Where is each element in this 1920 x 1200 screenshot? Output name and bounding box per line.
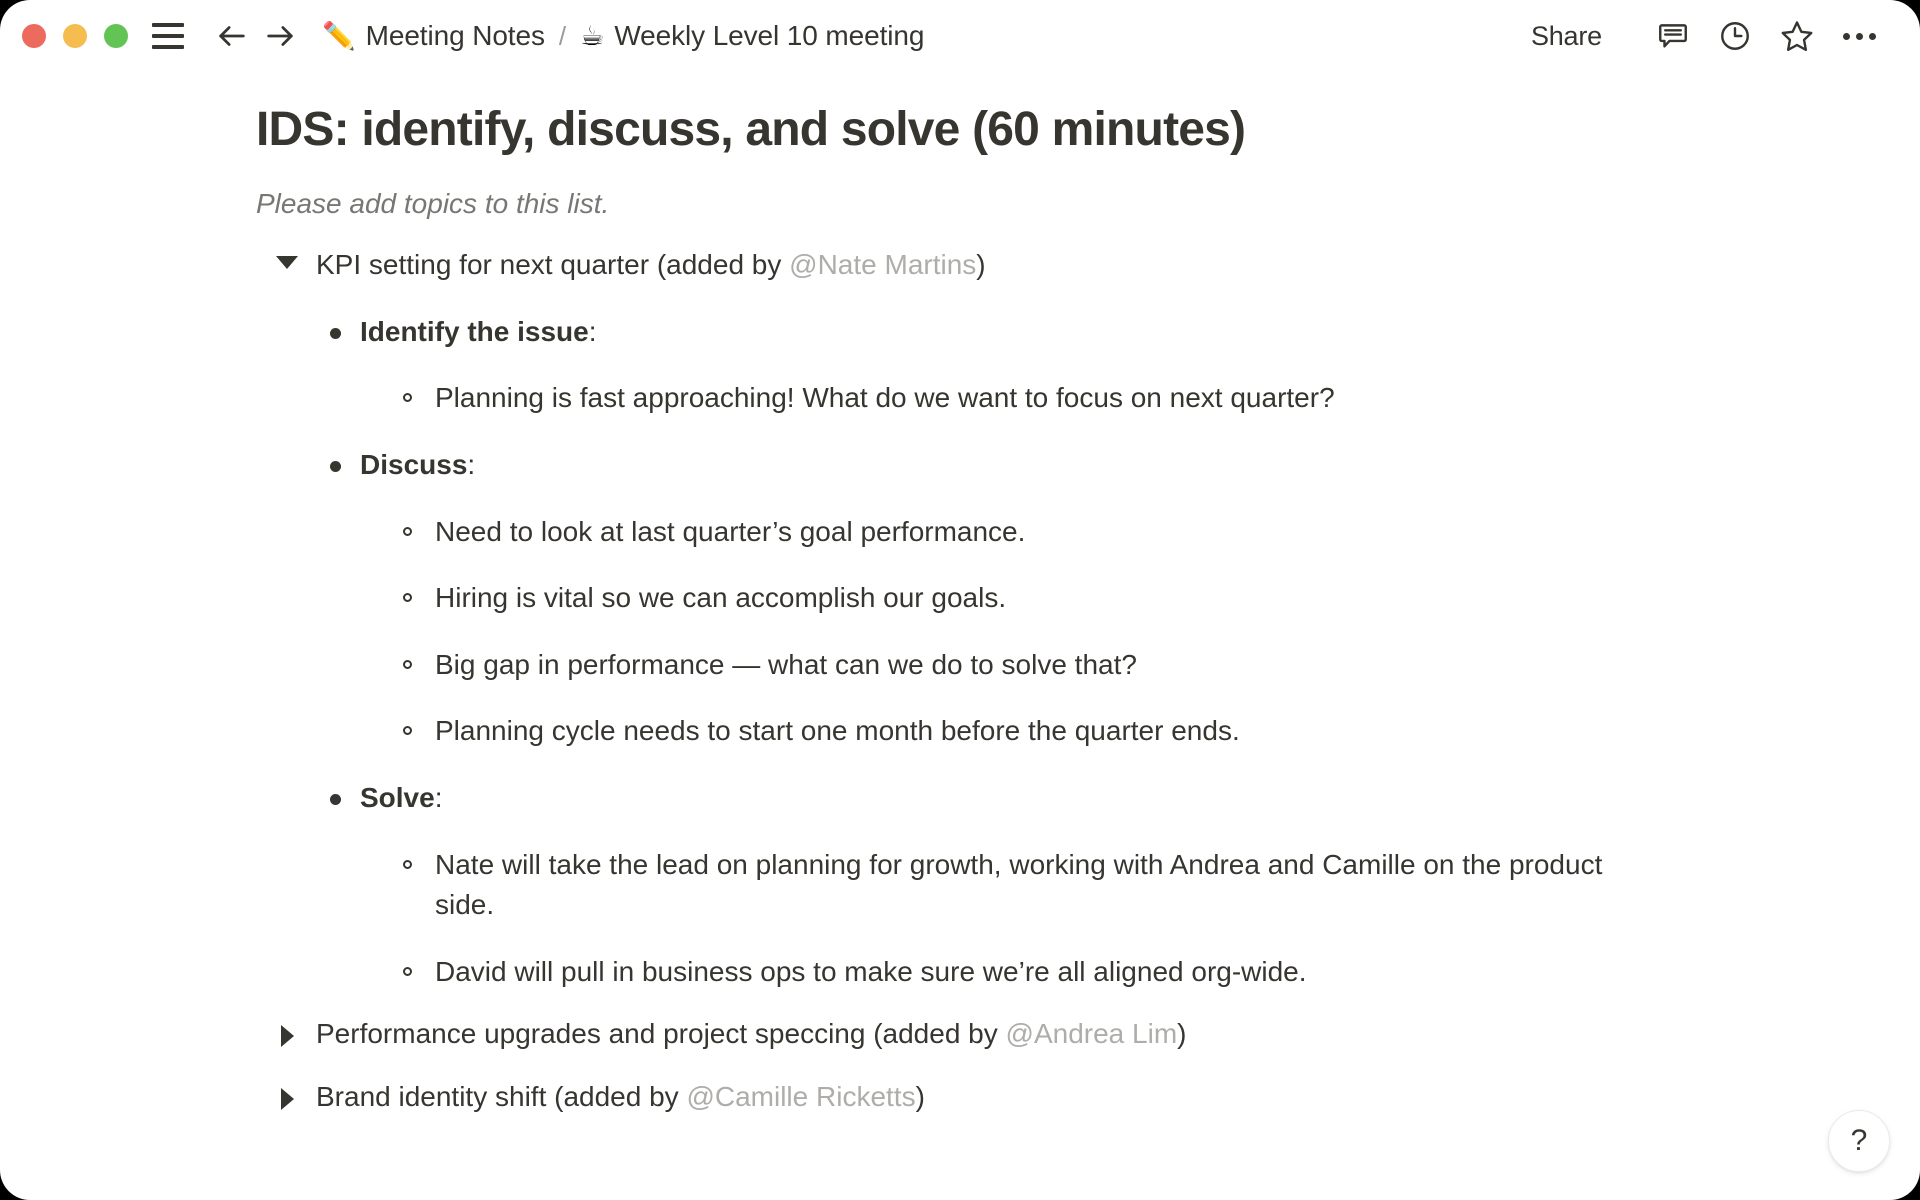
list-item[interactable]: Need to look at last quarter’s goal perf… <box>403 512 1656 553</box>
chevron-down-icon <box>276 256 298 270</box>
list-item[interactable]: Planning is fast approaching! What do we… <box>403 378 1656 419</box>
toggle-title-text: KPI setting for next quarter (added by <box>316 249 790 281</box>
page-content: IDS: identify, discuss, and solve (60 mi… <box>0 72 1920 1118</box>
section-label: Identify the issue <box>360 315 589 347</box>
bullet-ring-icon <box>403 526 412 536</box>
toggle-block: KPI setting for next quarter (added by @… <box>256 245 1656 286</box>
list-item-text: Nate will take the lead on planning for … <box>435 848 1603 921</box>
toggle-caret-expanded[interactable] <box>270 245 304 270</box>
list-item[interactable]: David will pull in business ops to make … <box>403 952 1656 993</box>
section-label: Discuss <box>360 448 468 480</box>
hamburger-icon[interactable] <box>152 23 184 49</box>
toggle-caret-collapsed[interactable] <box>270 1077 304 1110</box>
more-icon[interactable] <box>1832 9 1886 63</box>
app-window: ✏️ Meeting Notes / ☕ Weekly Level 10 mee… <box>0 0 1920 1200</box>
bullet-ring-icon <box>403 966 412 976</box>
mention-andrea-lim[interactable]: @Andrea Lim <box>1006 1018 1178 1049</box>
list-item[interactable]: Discuss: Need to look at last quarter’s … <box>330 445 1656 752</box>
list-item-text: David will pull in business ops to make … <box>435 955 1307 987</box>
section-label-suffix: : <box>588 315 597 347</box>
toggle-title-suffix: ) <box>976 249 986 281</box>
maximize-button[interactable] <box>104 24 128 48</box>
list-item[interactable]: Solve: Nate will take the lead on planni… <box>330 778 1656 992</box>
chevron-right-icon <box>280 1087 294 1110</box>
breadcrumb-item-meeting-notes[interactable]: ✏️ Meeting Notes <box>322 20 545 52</box>
toggle-title[interactable]: KPI setting for next quarter (added by @… <box>304 245 986 286</box>
arrow-left-icon[interactable] <box>212 16 252 56</box>
sub-list: Nate will take the lead on planning for … <box>360 845 1656 993</box>
toggle-title-text: Brand identity shift (added by <box>316 1080 687 1112</box>
list-item-text: Hiring is vital so we can accomplish our… <box>435 582 1007 614</box>
bullet-ring-icon <box>403 726 412 736</box>
bullet-icon <box>330 460 341 472</box>
breadcrumb-separator: / <box>558 20 567 51</box>
list-item-text: Planning cycle needs to start one month … <box>435 715 1240 747</box>
list-item[interactable]: Hiring is vital so we can accomplish our… <box>403 578 1656 619</box>
bullet-icon <box>330 793 341 805</box>
history-icon[interactable] <box>1708 9 1762 63</box>
toggle-title-suffix: ) <box>1177 1018 1187 1050</box>
toggle-children: Identify the issue: Planning is fast app… <box>256 312 1656 993</box>
arrow-right-icon[interactable] <box>260 16 300 56</box>
help-button[interactable]: ? <box>1828 1110 1890 1172</box>
sub-list: Planning is fast approaching! What do we… <box>360 378 1656 419</box>
section-label-suffix: : <box>467 448 476 480</box>
toggle-block: Performance upgrades and project speccin… <box>256 1014 1656 1055</box>
window-controls <box>22 24 128 48</box>
bullet-ring-icon <box>403 859 412 869</box>
list-item[interactable]: Identify the issue: Planning is fast app… <box>330 312 1656 419</box>
list-item[interactable]: Big gap in performance — what can we do … <box>403 645 1656 686</box>
section-label-suffix: : <box>434 781 443 813</box>
section-label: Solve <box>360 781 435 813</box>
list-item-text: Need to look at last quarter’s goal perf… <box>435 515 1026 547</box>
sub-list: Need to look at last quarter’s goal perf… <box>360 512 1656 752</box>
pencil-icon: ✏️ <box>322 20 356 52</box>
share-button[interactable]: Share <box>1519 15 1614 58</box>
breadcrumb: ✏️ Meeting Notes / ☕ Weekly Level 10 mee… <box>322 20 924 52</box>
breadcrumb-label: Meeting Notes <box>365 20 545 51</box>
toggle-title-suffix: ) <box>915 1080 925 1112</box>
chevron-right-icon <box>280 1025 294 1048</box>
top-bar-actions: Share <box>1519 0 1886 72</box>
bullet-icon <box>330 327 341 339</box>
toggle-title[interactable]: Performance upgrades and project speccin… <box>304 1014 1186 1055</box>
list-item[interactable]: Planning cycle needs to start one month … <box>403 711 1656 752</box>
bullet-ring-icon <box>403 659 412 669</box>
toggle-title-text: Performance upgrades and project speccin… <box>316 1018 1006 1050</box>
minimize-button[interactable] <box>63 24 87 48</box>
coffee-icon: ☕ <box>580 20 605 52</box>
toggle-block: Brand identity shift (added by @Camille … <box>256 1077 1656 1118</box>
close-button[interactable] <box>22 24 46 48</box>
list-item-text: Big gap in performance — what can we do … <box>435 648 1137 680</box>
breadcrumb-label: Weekly Level 10 meeting <box>614 20 925 51</box>
page-subtitle: Please add topics to this list. <box>256 188 610 219</box>
comment-icon[interactable] <box>1646 9 1700 63</box>
page-title: IDS: identify, discuss, and solve (60 mi… <box>256 103 1246 156</box>
star-icon[interactable] <box>1770 9 1824 63</box>
top-bar: ✏️ Meeting Notes / ☕ Weekly Level 10 mee… <box>0 0 1920 72</box>
bullet-ring-icon <box>403 393 412 403</box>
mention-camille-ricketts[interactable]: @Camille Ricketts <box>686 1081 915 1112</box>
document-body: IDS: identify, discuss, and solve (60 mi… <box>256 100 1656 1118</box>
mention-nate-martins[interactable]: @Nate Martins <box>789 249 976 280</box>
list-item[interactable]: Nate will take the lead on planning for … <box>403 845 1656 926</box>
toggle-caret-collapsed[interactable] <box>270 1014 304 1048</box>
collapsed-toggles: Performance upgrades and project speccin… <box>256 1014 1656 1117</box>
breadcrumb-item-weekly-level-10-meeting[interactable]: ☕ Weekly Level 10 meeting <box>580 20 924 52</box>
list-item-text: Planning is fast approaching! What do we… <box>435 382 1335 414</box>
toggle-title[interactable]: Brand identity shift (added by @Camille … <box>304 1077 925 1118</box>
help-label: ? <box>1850 1124 1868 1157</box>
bullet-ring-icon <box>403 593 412 603</box>
